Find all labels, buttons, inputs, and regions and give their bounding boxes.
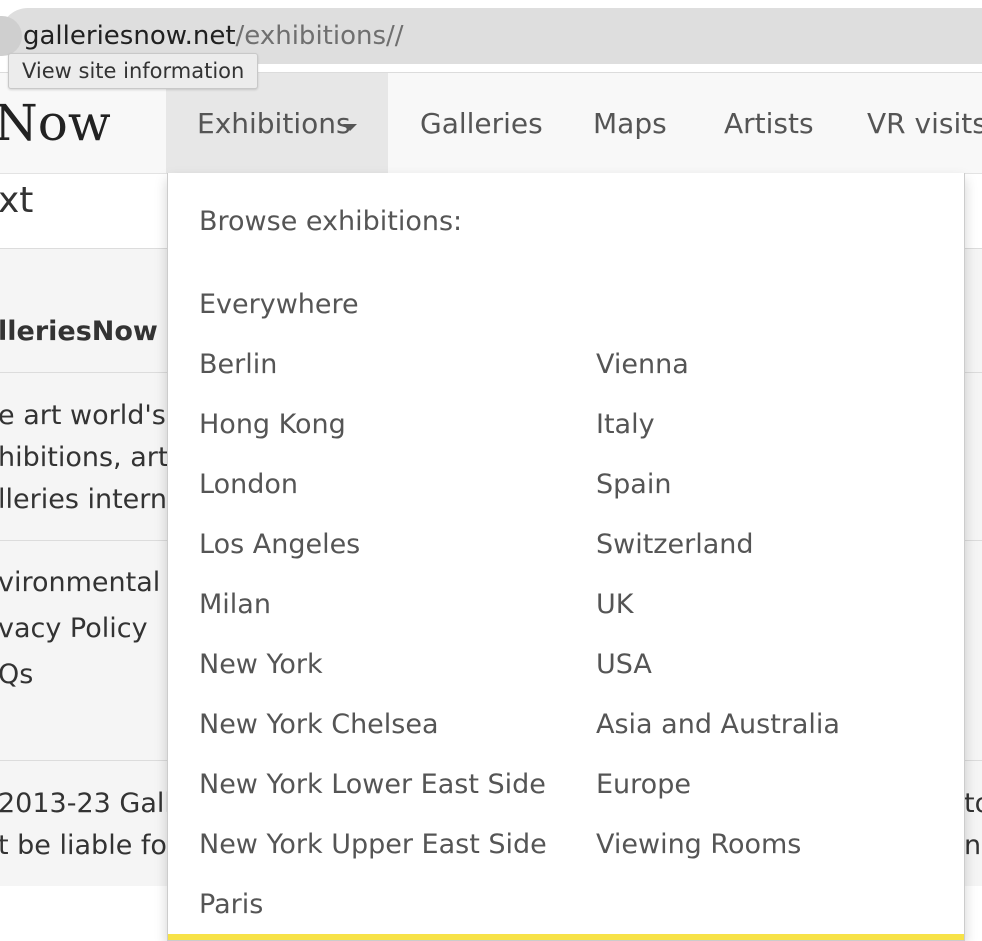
- about-line: lleries interna: [0, 484, 184, 515]
- menu-item-paris[interactable]: Paris: [199, 888, 263, 922]
- accent-bar: [168, 934, 964, 940]
- footer-link-privacy[interactable]: vacy Policy: [0, 613, 148, 644]
- menu-item-europe[interactable]: Europe: [596, 768, 691, 802]
- menu-item-everywhere[interactable]: Everywhere: [199, 288, 359, 322]
- menu-item-viewing-rooms[interactable]: Viewing Rooms: [596, 828, 801, 862]
- menu-item-los-angeles[interactable]: Los Angeles: [199, 528, 360, 562]
- copyright-line: t be liable for: [0, 830, 179, 861]
- menu-item-vienna[interactable]: Vienna: [596, 348, 689, 382]
- url-path: /exhibitions//: [235, 21, 404, 51]
- menu-item-asia-and-australia[interactable]: Asia and Australia: [596, 708, 840, 742]
- nav-maps[interactable]: Maps: [593, 73, 667, 173]
- menu-item-uk[interactable]: UK: [596, 588, 633, 622]
- copyright-right-fragment: to: [964, 788, 982, 819]
- site-info-tooltip: View site information: [8, 53, 259, 89]
- dropdown-title: Browse exhibitions:: [199, 206, 463, 237]
- about-line: hibitions, art: [0, 442, 169, 473]
- menu-item-hong-kong[interactable]: Hong Kong: [199, 408, 346, 442]
- menu-item-spain[interactable]: Spain: [596, 468, 671, 502]
- footer-link-environmental[interactable]: vironmental: [0, 567, 160, 598]
- menu-item-switzerland[interactable]: Switzerland: [596, 528, 754, 562]
- menu-item-london[interactable]: London: [199, 468, 298, 502]
- menu-item-new-york-upper-east-side[interactable]: New York Upper East Side: [199, 828, 547, 862]
- menu-item-usa[interactable]: USA: [596, 648, 652, 682]
- about-line: e art world's: [0, 400, 166, 431]
- menu-item-new-york-lower-east-side[interactable]: New York Lower East Side: [199, 768, 546, 802]
- url-host: galleriesnow.net: [23, 21, 236, 51]
- nav-galleries[interactable]: Galleries: [420, 73, 543, 173]
- nav-artists[interactable]: Artists: [724, 73, 814, 173]
- url-text[interactable]: galleriesnow.net/exhibitions//: [23, 21, 404, 51]
- menu-item-berlin[interactable]: Berlin: [199, 348, 277, 382]
- search-text-fragment: xt: [0, 180, 34, 221]
- menu-item-milan[interactable]: Milan: [199, 588, 271, 622]
- menu-item-italy[interactable]: Italy: [596, 408, 655, 442]
- copyright-right-fragment: ng: [964, 830, 982, 861]
- brand-logo[interactable]: Now: [0, 93, 111, 153]
- copyright-line: 2013-23 Galle: [0, 788, 189, 819]
- exhibitions-dropdown: Browse exhibitions: Everywhere Berlin Ho…: [167, 173, 965, 941]
- caret-down-icon: [343, 124, 357, 131]
- menu-item-new-york-chelsea[interactable]: New York Chelsea: [199, 708, 439, 742]
- nav-vr-visits[interactable]: VR visits: [867, 73, 982, 173]
- menu-item-new-york[interactable]: New York: [199, 648, 323, 682]
- about-heading: lleriesNow: [0, 316, 158, 347]
- footer-link-faqs[interactable]: Qs: [0, 659, 33, 690]
